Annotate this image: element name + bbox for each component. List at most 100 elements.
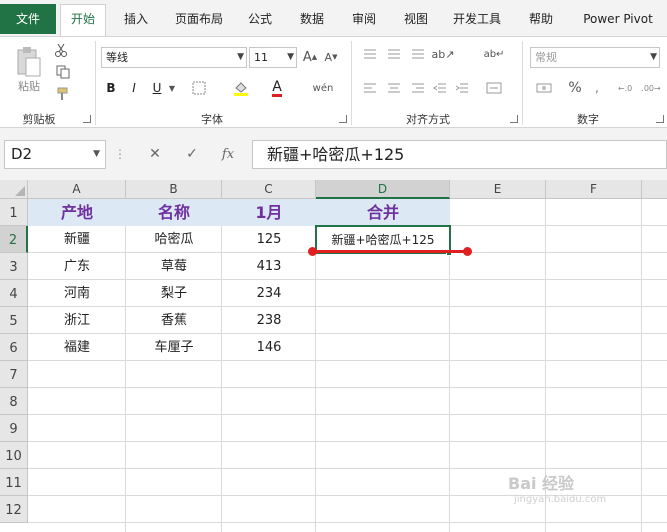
cell-a6[interactable]: 福建 [28, 334, 126, 361]
tab-developer[interactable]: 开发工具 [446, 6, 508, 32]
row-header-6[interactable]: 6 [0, 334, 28, 361]
decrease-decimal-icon[interactable]: .00→ [640, 77, 662, 99]
fill-color-icon[interactable] [230, 77, 252, 99]
column-header-b[interactable]: B [126, 180, 222, 199]
number-launcher-icon[interactable] [656, 115, 664, 123]
underline-button[interactable]: U [147, 77, 167, 99]
copy-icon[interactable] [52, 63, 74, 81]
align-center-icon[interactable] [384, 79, 404, 97]
annotation-dot-right [463, 247, 472, 256]
row-header-8[interactable]: 8 [0, 388, 28, 415]
cell-c1[interactable]: 1月 [222, 199, 316, 226]
cell-a3[interactable]: 广东 [28, 253, 126, 280]
increase-indent-icon[interactable] [452, 79, 472, 97]
cell-b6[interactable]: 车厘子 [126, 334, 222, 361]
column-header-c[interactable]: C [222, 180, 316, 199]
cell-a4[interactable]: 河南 [28, 280, 126, 307]
tab-view[interactable]: 视图 [396, 6, 436, 32]
orientation-icon[interactable]: ab↗ [432, 45, 455, 63]
formula-input[interactable]: 新疆+哈密瓜+125 [252, 140, 667, 169]
row-header-5[interactable]: 5 [0, 307, 28, 334]
enter-icon[interactable]: ✓ [180, 140, 204, 169]
cell-b1[interactable]: 名称 [126, 199, 222, 226]
row-header-4[interactable]: 4 [0, 280, 28, 307]
cancel-icon[interactable]: ✕ [143, 140, 167, 169]
middle-align-icon[interactable] [384, 45, 404, 63]
row-header-11[interactable]: 11 [0, 469, 28, 496]
row-header-9[interactable]: 9 [0, 415, 28, 442]
row-header-2[interactable]: 2 [0, 226, 28, 253]
alignment-launcher-icon[interactable] [510, 115, 518, 123]
name-box[interactable]: D2 ▼ [4, 140, 106, 169]
tab-insert[interactable]: 插入 [116, 6, 156, 32]
tab-page-layout[interactable]: 页面布局 [168, 6, 230, 32]
increase-font-size-icon[interactable]: A ▲ [301, 47, 319, 67]
format-painter-icon[interactable] [52, 85, 72, 103]
top-align-icon[interactable] [360, 45, 380, 63]
tab-formulas[interactable]: 公式 [240, 6, 280, 32]
paste-label: 粘贴 [18, 80, 40, 93]
bottom-align-icon[interactable] [408, 45, 428, 63]
cell-d1[interactable]: 合并 [316, 199, 450, 226]
column-header-d[interactable]: D [316, 180, 450, 199]
number-format-combo[interactable]: 常规 ▼ [530, 47, 660, 68]
number-group-label: 数字 [577, 113, 599, 126]
decrease-font-size-icon[interactable]: A ▼ [322, 47, 340, 67]
font-name-combo[interactable]: 等线 ▼ [101, 47, 247, 68]
percent-style-button[interactable]: % [566, 77, 584, 99]
row-header-7[interactable]: 7 [0, 361, 28, 388]
select-all-button[interactable] [0, 180, 28, 199]
cell-a2[interactable]: 新疆 [28, 226, 126, 253]
comma-style-icon[interactable]: , [588, 77, 606, 99]
cell-b2[interactable]: 哈密瓜 [126, 226, 222, 253]
merge-center-icon[interactable] [482, 79, 506, 97]
row-header-10[interactable]: 10 [0, 442, 28, 469]
paste-icon[interactable] [12, 43, 46, 81]
column-header-g[interactable] [642, 180, 667, 199]
cut-icon[interactable] [52, 41, 70, 59]
row-header-12[interactable]: 12 [0, 496, 28, 523]
alignment-group-label: 对齐方式 [406, 113, 450, 126]
cell-c4[interactable]: 234 [222, 280, 316, 307]
cell-c2[interactable]: 125 [222, 226, 316, 253]
tab-power-pivot[interactable]: Power Pivot [574, 6, 662, 32]
red-underline-annotation [312, 250, 468, 253]
column-header-a[interactable]: A [28, 180, 126, 199]
tab-help[interactable]: 帮助 [521, 6, 561, 32]
accounting-format-icon[interactable] [530, 79, 558, 97]
font-launcher-icon[interactable] [339, 115, 347, 123]
phonetic-guide-icon[interactable]: wén [310, 77, 336, 99]
cell-a5[interactable]: 浙江 [28, 307, 126, 334]
wrap-text-icon[interactable]: ab↵ [484, 45, 505, 63]
column-header-e[interactable]: E [450, 180, 546, 199]
bold-button[interactable]: B [101, 77, 121, 99]
insert-function-icon[interactable]: fx [216, 140, 240, 169]
tab-data[interactable]: 数据 [292, 6, 332, 32]
cell-b3[interactable]: 草莓 [126, 253, 222, 280]
font-size-combo[interactable]: 11 ▼ [249, 47, 297, 68]
font-color-icon[interactable]: A [266, 77, 288, 99]
tab-review[interactable]: 审阅 [344, 6, 384, 32]
decrease-indent-icon[interactable] [430, 79, 450, 97]
clipboard-launcher-icon[interactable] [83, 115, 91, 123]
align-right-icon[interactable] [408, 79, 428, 97]
align-left-icon[interactable] [360, 79, 380, 97]
cell-c6[interactable]: 146 [222, 334, 316, 361]
more-options-icon[interactable]: ⋮ [114, 140, 126, 169]
baidu-watermark: Bai 经验 [508, 474, 575, 493]
cell-a1[interactable]: 产地 [28, 199, 126, 226]
row-header-1[interactable]: 1 [0, 199, 28, 226]
chevron-down-icon[interactable]: ▼ [167, 77, 177, 99]
tab-home[interactable]: 开始 [60, 4, 106, 37]
tab-file[interactable]: 文件 [0, 4, 56, 34]
row-header-3[interactable]: 3 [0, 253, 28, 280]
italic-button[interactable]: I [124, 77, 144, 99]
cell-c3[interactable]: 413 [222, 253, 316, 280]
name-box-value: D2 [11, 145, 33, 163]
cell-b5[interactable]: 香蕉 [126, 307, 222, 334]
increase-decimal-icon[interactable]: ←.0 [614, 77, 636, 99]
cell-b4[interactable]: 梨子 [126, 280, 222, 307]
column-header-f[interactable]: F [546, 180, 642, 199]
borders-icon[interactable] [189, 77, 209, 99]
cell-c5[interactable]: 238 [222, 307, 316, 334]
